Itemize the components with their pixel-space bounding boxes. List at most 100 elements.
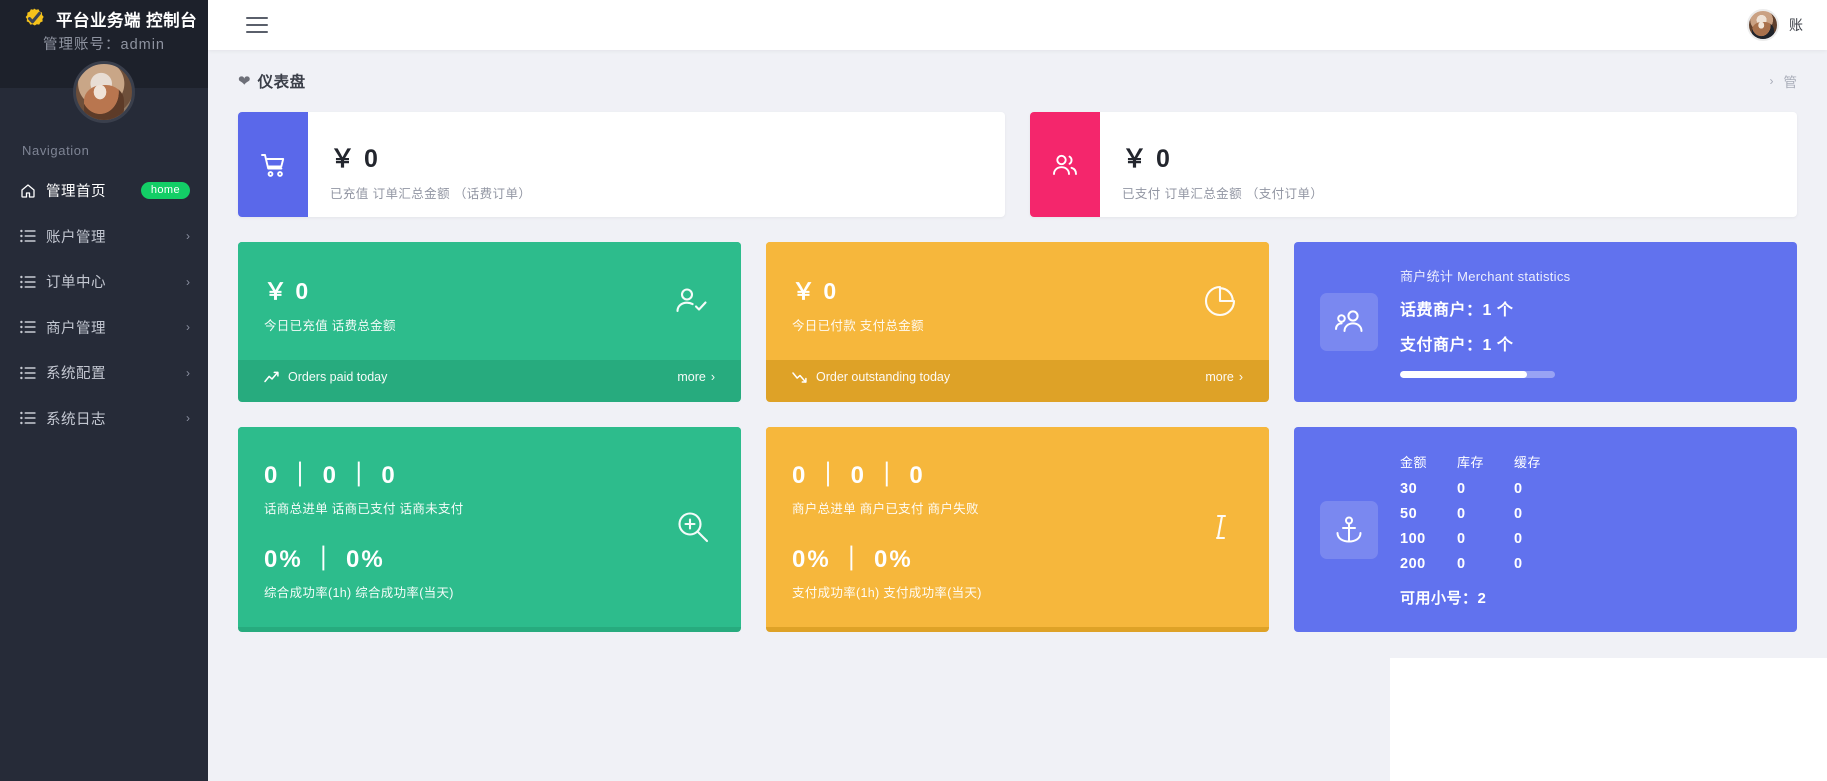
- table-row: 50 0 0: [1400, 506, 1571, 531]
- phone-orders-counts: 0 ｜ 0 ｜ 0: [264, 455, 715, 490]
- sidebar-item-system-config[interactable]: 系统配置 ›: [0, 350, 208, 396]
- sidebar: 平台业务端 控制台 管理账号：admin Navigation 管理首页 hom…: [0, 0, 208, 781]
- card-today-recharge[interactable]: ￥ 0 今日已充值 话费总金额 Orders paid today: [238, 242, 741, 402]
- heart-icon: ❤: [238, 72, 251, 90]
- available-sub-accounts: 可用小号：2: [1400, 587, 1571, 608]
- chevron-right-icon: ›: [186, 320, 190, 334]
- brand-title: 平台业务端 控制台: [56, 7, 197, 31]
- breadcrumb-item: 管: [1784, 71, 1798, 91]
- stat-value: ￥ 0: [1122, 139, 1323, 175]
- sidebar-avatar-wrap: [0, 61, 208, 121]
- merchant-orders-labels: 商户总进单 商户已支付 商户失败: [792, 498, 1243, 517]
- chevron-right-icon: ›: [711, 370, 715, 384]
- sidebar-item-merchant[interactable]: 商户管理 ›: [0, 305, 208, 351]
- breadcrumb: › 管: [1770, 71, 1798, 91]
- table-header-row: 金额 库存 缓存: [1400, 452, 1571, 481]
- card-foot-text: Orders paid today: [288, 370, 387, 384]
- page-title: 仪表盘: [258, 70, 306, 92]
- amount-table: 金额 库存 缓存 30 0: [1400, 452, 1571, 581]
- stat-card-recharge-total[interactable]: ￥ 0 已充值 订单汇总金额 （话费订单）: [238, 112, 1005, 217]
- phone-success-labels: 综合成功率(1h) 综合成功率(当天): [264, 582, 715, 601]
- card-foot-text: Order outstanding today: [816, 370, 950, 384]
- chevron-right-icon: ›: [186, 275, 190, 289]
- user-check-icon: [673, 282, 711, 320]
- cell-amount: 200: [1400, 556, 1457, 581]
- list-icon: [20, 366, 42, 380]
- sidebar-item-home[interactable]: 管理首页 home: [0, 168, 208, 214]
- sidebar-item-label: 账户管理: [46, 226, 106, 247]
- avatar: [73, 61, 135, 123]
- sidebar-item-system-log[interactable]: 系统日志 ›: [0, 396, 208, 442]
- card-amount-inventory[interactable]: 金额 库存 缓存 30 0: [1294, 427, 1797, 632]
- sidebar-item-order-center[interactable]: 订单中心 ›: [0, 259, 208, 305]
- nav-heading: Navigation: [0, 121, 208, 168]
- card-merchant-statistics[interactable]: 商户统计 Merchant statistics 话费商户：1 个 支付商户：1…: [1294, 242, 1797, 402]
- sidebar-item-label: 系统日志: [46, 408, 106, 429]
- shopping-cart-icon: [238, 112, 308, 217]
- cell-stock: 0: [1457, 481, 1514, 506]
- card-phone-orders[interactable]: 0 ｜ 0 ｜ 0 话商总进单 话商已支付 话商未支付 0% ｜ 0% 综合成功…: [238, 427, 741, 632]
- merchant-card-title: 商户统计 Merchant statistics: [1400, 266, 1771, 285]
- user-avatar-icon[interactable]: [1747, 9, 1779, 41]
- list-icon: [20, 320, 42, 334]
- chevron-right-icon: ›: [186, 229, 190, 243]
- list-icon: [20, 411, 42, 425]
- dashboard-content: ❤ 仪表盘 › 管 ￥ 0 已充值 订单汇总金额 （: [208, 50, 1827, 781]
- home-icon: [20, 183, 42, 199]
- table-row: 200 0 0: [1400, 556, 1571, 581]
- trend-up-icon: [264, 371, 279, 383]
- more-link[interactable]: more ›: [677, 370, 715, 384]
- list-icon: [20, 275, 42, 289]
- card-today-payment[interactable]: ￥ 0 今日已付款 支付总金额 Order outstanding today: [766, 242, 1269, 402]
- card-label: 今日已付款 支付总金额: [792, 315, 1243, 334]
- col-cache: 缓存: [1514, 452, 1571, 481]
- chevron-right-icon: ›: [1770, 74, 1774, 88]
- sidebar-item-label: 管理首页: [46, 180, 106, 201]
- topbar-user[interactable]: 账: [1747, 9, 1803, 41]
- panel-header: ❤ 仪表盘 › 管: [208, 50, 1827, 112]
- sidebar-item-account[interactable]: 账户管理 ›: [0, 214, 208, 260]
- main-area: 账 ❤ 仪表盘 › 管: [208, 0, 1827, 781]
- italic-i-icon: [1203, 509, 1239, 545]
- chevron-right-icon: ›: [1239, 370, 1243, 384]
- row-mid-cards: ￥ 0 今日已充值 话费总金额 Orders paid today: [238, 242, 1797, 402]
- cell-cache: 0: [1514, 556, 1571, 581]
- trend-down-icon: [792, 371, 807, 383]
- chevron-right-icon: ›: [186, 366, 190, 380]
- cell-amount: 30: [1400, 481, 1457, 506]
- card-label: 今日已充值 话费总金额: [264, 315, 715, 334]
- stat-label: 已充值 订单汇总金额 （话费订单）: [330, 183, 531, 202]
- card-value: ￥ 0: [792, 272, 1243, 306]
- anchor-icon: [1320, 501, 1378, 559]
- phone-success-rates: 0% ｜ 0%: [264, 539, 715, 574]
- sidebar-item-label: 系统配置: [46, 362, 106, 383]
- app-root: 平台业务端 控制台 管理账号：admin Navigation 管理首页 hom…: [0, 0, 1827, 781]
- merchant-success-rates: 0% ｜ 0%: [792, 539, 1243, 574]
- cell-stock: 0: [1457, 531, 1514, 556]
- admin-account-label: 管理账号：admin: [0, 31, 208, 61]
- row-top-stats: ￥ 0 已充值 订单汇总金额 （话费订单） ￥ 0 已支付 订单汇总金额 （支付…: [238, 112, 1797, 217]
- cell-stock: 0: [1457, 506, 1514, 531]
- zoom-in-icon: [675, 509, 711, 545]
- cards-container: ￥ 0 已充值 订单汇总金额 （话费订单） ￥ 0 已支付 订单汇总金额 （支付…: [208, 112, 1827, 632]
- list-icon: [20, 229, 42, 243]
- cell-stock: 0: [1457, 556, 1514, 581]
- row-bottom-cards: 0 ｜ 0 ｜ 0 话商总进单 话商已支付 话商未支付 0% ｜ 0% 综合成功…: [238, 427, 1797, 632]
- more-label: more: [1205, 370, 1233, 384]
- cell-amount: 50: [1400, 506, 1457, 531]
- card-merchant-orders[interactable]: 0 ｜ 0 ｜ 0 商户总进单 商户已支付 商户失败 0% ｜ 0% 支付成功率…: [766, 427, 1269, 632]
- more-link[interactable]: more ›: [1205, 370, 1243, 384]
- hamburger-menu-icon[interactable]: [246, 17, 268, 33]
- sidebar-item-label: 商户管理: [46, 317, 106, 338]
- pie-chart-icon: [1201, 282, 1239, 320]
- topbar-username: 账: [1789, 15, 1803, 35]
- users-icon: [1030, 112, 1100, 217]
- cell-amount: 100: [1400, 531, 1457, 556]
- col-stock: 库存: [1457, 452, 1514, 481]
- merchant-success-labels: 支付成功率(1h) 支付成功率(当天): [792, 582, 1243, 601]
- cell-cache: 0: [1514, 531, 1571, 556]
- cell-cache: 0: [1514, 506, 1571, 531]
- stat-card-paid-total[interactable]: ￥ 0 已支付 订单汇总金额 （支付订单）: [1030, 112, 1797, 217]
- home-badge: home: [141, 182, 190, 199]
- sidebar-brand[interactable]: 平台业务端 控制台: [0, 0, 208, 31]
